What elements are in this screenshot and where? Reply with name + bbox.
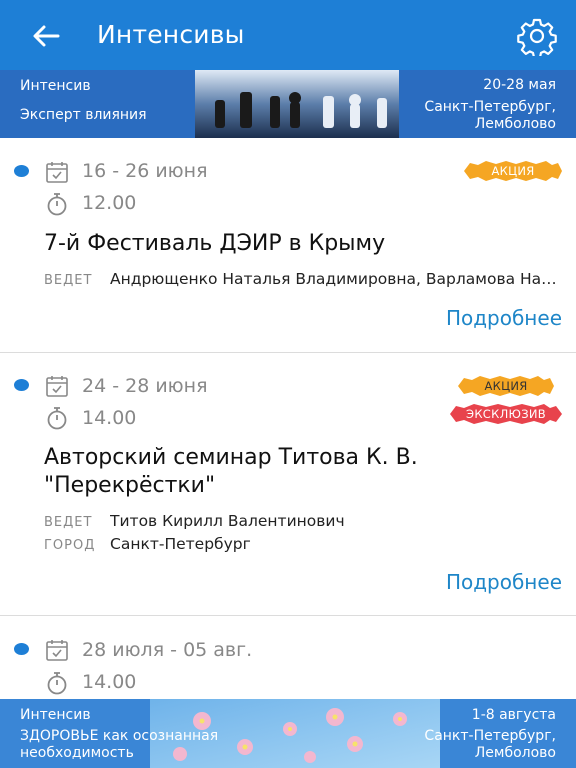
page-title: Интенсивы	[97, 20, 245, 49]
event-dates: 24 - 28 июня	[82, 375, 208, 397]
banner-name: Эксперт влияния	[20, 107, 147, 123]
event-time: 14.00	[82, 407, 137, 429]
promo-badge: АКЦИЯ	[464, 161, 562, 181]
arrow-left-icon	[33, 25, 60, 47]
banner-dates: 20-28 мая	[483, 77, 556, 93]
host-label: ВЕДЕТ	[44, 273, 93, 288]
event-card[interactable]: 28 июля - 05 авг. 14.00	[0, 616, 576, 699]
unread-dot	[14, 643, 29, 655]
more-link[interactable]: Подробнее	[446, 570, 562, 594]
intensive-banner-bottom[interactable]: Интенсив ЗДОРОВЬЕ как осознанная необход…	[0, 699, 576, 768]
intensive-banner-top[interactable]: Интенсив Эксперт влияния 20-28 мая Санкт…	[0, 70, 576, 138]
stopwatch-icon	[47, 672, 67, 695]
event-title: 7-й Фестиваль ДЭИР в Крыму	[44, 231, 386, 256]
event-time: 12.00	[82, 192, 137, 214]
event-title-line2: "Перекрёстки"	[44, 473, 216, 498]
calendar-icon	[46, 376, 68, 397]
settings-button[interactable]	[515, 14, 559, 58]
stopwatch-icon	[47, 193, 67, 216]
host-value: Титов Кирилл Валентинович	[110, 512, 345, 530]
banner-name-line2: необходимость	[20, 745, 134, 761]
exclusive-badge: ЭКСКЛЮЗИВ	[450, 404, 562, 424]
unread-dot	[14, 165, 29, 177]
city-label: ГОРОД	[44, 538, 96, 553]
city-value: Санкт-Петербург	[110, 535, 251, 553]
banner-kind: Интенсив	[20, 78, 91, 94]
banner-name-line1: ЗДОРОВЬЕ как осознанная	[20, 728, 219, 744]
chess-image	[195, 70, 399, 138]
banner-dates: 1-8 августа	[471, 707, 556, 723]
banner-place-line2: Лемболово	[474, 116, 556, 132]
promo-badge-label: АКЦИЯ	[491, 164, 535, 178]
exclusive-badge-label: ЭКСКЛЮЗИВ	[465, 407, 547, 421]
event-dates: 16 - 26 июня	[82, 160, 208, 182]
event-title-line1: Авторский семинар Титова К. В.	[44, 445, 418, 470]
banner-place-line2: Лемболово	[474, 745, 556, 761]
back-button[interactable]	[28, 18, 64, 54]
banner-place-line1: Санкт-Петербург,	[424, 99, 556, 115]
unread-dot	[14, 379, 29, 391]
calendar-icon	[46, 162, 68, 183]
host-value: Андрющенко Наталья Владимировна, Варламо…	[110, 270, 560, 288]
calendar-icon	[46, 640, 68, 661]
event-card[interactable]: 24 - 28 июня 14.00 АКЦИЯ ЭКСКЛЮЗИВ Автор…	[0, 353, 576, 615]
banner-place-line1: Санкт-Петербург,	[424, 728, 556, 744]
event-time: 14.00	[82, 671, 137, 693]
gear-icon	[517, 18, 557, 56]
promo-badge-label: АКЦИЯ	[484, 379, 528, 393]
banner-kind: Интенсив	[20, 707, 91, 723]
stopwatch-icon	[47, 407, 67, 430]
host-label: ВЕДЕТ	[44, 515, 93, 530]
event-card[interactable]: 16 - 26 июня 12.00 АКЦИЯ 7-й Фестиваль Д…	[0, 138, 576, 352]
app-bar: Интенсивы	[0, 0, 576, 70]
promo-badge: АКЦИЯ	[458, 376, 554, 396]
event-dates: 28 июля - 05 авг.	[82, 639, 253, 661]
more-link[interactable]: Подробнее	[446, 306, 562, 330]
